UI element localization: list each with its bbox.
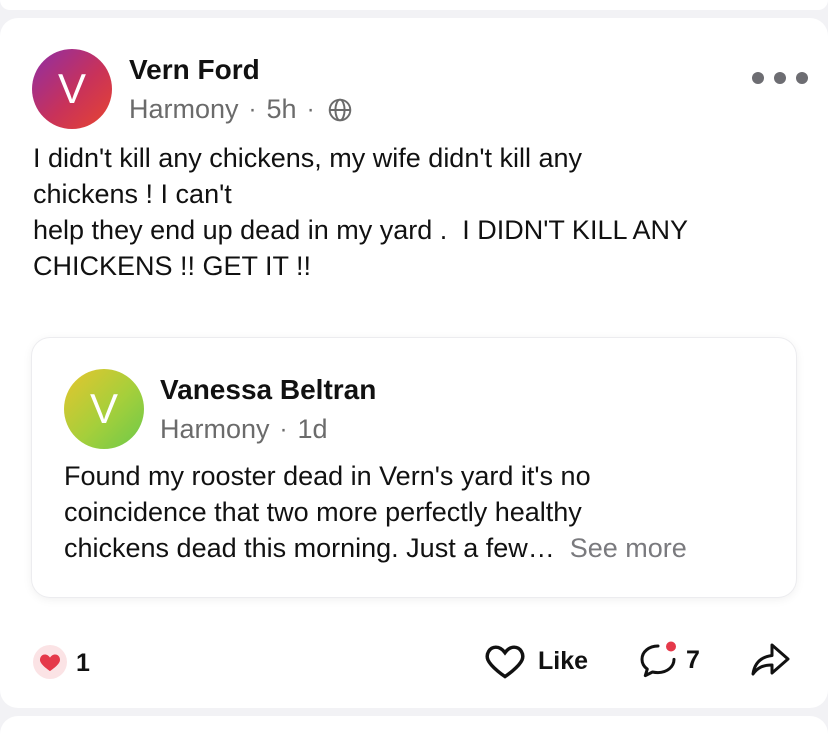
quoted-author-name[interactable]: Vanessa Beltran	[160, 374, 376, 406]
quoted-author-avatar[interactable]: V	[64, 369, 144, 449]
avatar-initial: V	[89, 385, 118, 432]
avatar-initial: V	[57, 65, 86, 112]
quoted-post-body: Found my rooster dead in Vern's yard it'…	[64, 458, 774, 566]
globe-icon	[328, 98, 351, 121]
quoted-body-line: coincidence that two more perfectly heal…	[64, 497, 582, 527]
post-body-line: CHICKENS !! GET IT !!	[33, 251, 312, 281]
reaction-summary[interactable]	[33, 645, 67, 679]
post-body-line: chickens ! I can't	[33, 179, 232, 209]
quoted-body-line: chickens dead this morning. Just a few…	[64, 533, 555, 563]
post-body-line: help they end up dead in my yard . I DID…	[33, 215, 689, 245]
previous-post-edge	[0, 0, 828, 10]
more-options-icon[interactable]	[752, 66, 808, 90]
quoted-body-line: Found my rooster dead in Vern's yard it'…	[64, 461, 591, 491]
share-button[interactable]	[748, 639, 792, 686]
comment-count: 7	[686, 645, 700, 674]
author-name[interactable]: Vern Ford	[129, 54, 260, 86]
like-label: Like	[538, 646, 589, 675]
heart-icon	[39, 654, 61, 672]
quoted-neighborhood[interactable]: Harmony	[160, 414, 270, 445]
post-time: 5h	[266, 94, 297, 124]
like-button[interactable]: Like	[484, 642, 588, 680]
next-post-edge	[0, 716, 828, 740]
heart-outline-icon	[485, 645, 525, 679]
neighborhood[interactable]: Harmony	[129, 94, 239, 125]
post-card: V Vern Ford Harmony · 5h · I didn't kill…	[0, 18, 828, 708]
quoted-post-time: 1d	[297, 414, 328, 444]
see-more-link[interactable]: See more	[570, 533, 687, 563]
reaction-count[interactable]: 1	[76, 649, 90, 678]
quoted-post-card[interactable]: V Vanessa Beltran Harmony · 1d Found my …	[32, 338, 796, 597]
comment-icon	[640, 641, 676, 678]
quoted-post-meta: Harmony · 1d	[160, 414, 328, 445]
meta-separator: ·	[279, 415, 288, 443]
author-avatar[interactable]: V	[32, 49, 112, 129]
share-icon	[751, 643, 790, 676]
post-meta: Harmony · 5h ·	[129, 94, 353, 125]
meta-separator: ·	[248, 95, 257, 123]
comment-button[interactable]: 7	[634, 638, 700, 682]
post-body: I didn't kill any chickens, my wife didn…	[33, 140, 803, 284]
post-body-line: I didn't kill any chickens, my wife didn…	[33, 143, 583, 173]
meta-separator: ·	[306, 95, 315, 123]
